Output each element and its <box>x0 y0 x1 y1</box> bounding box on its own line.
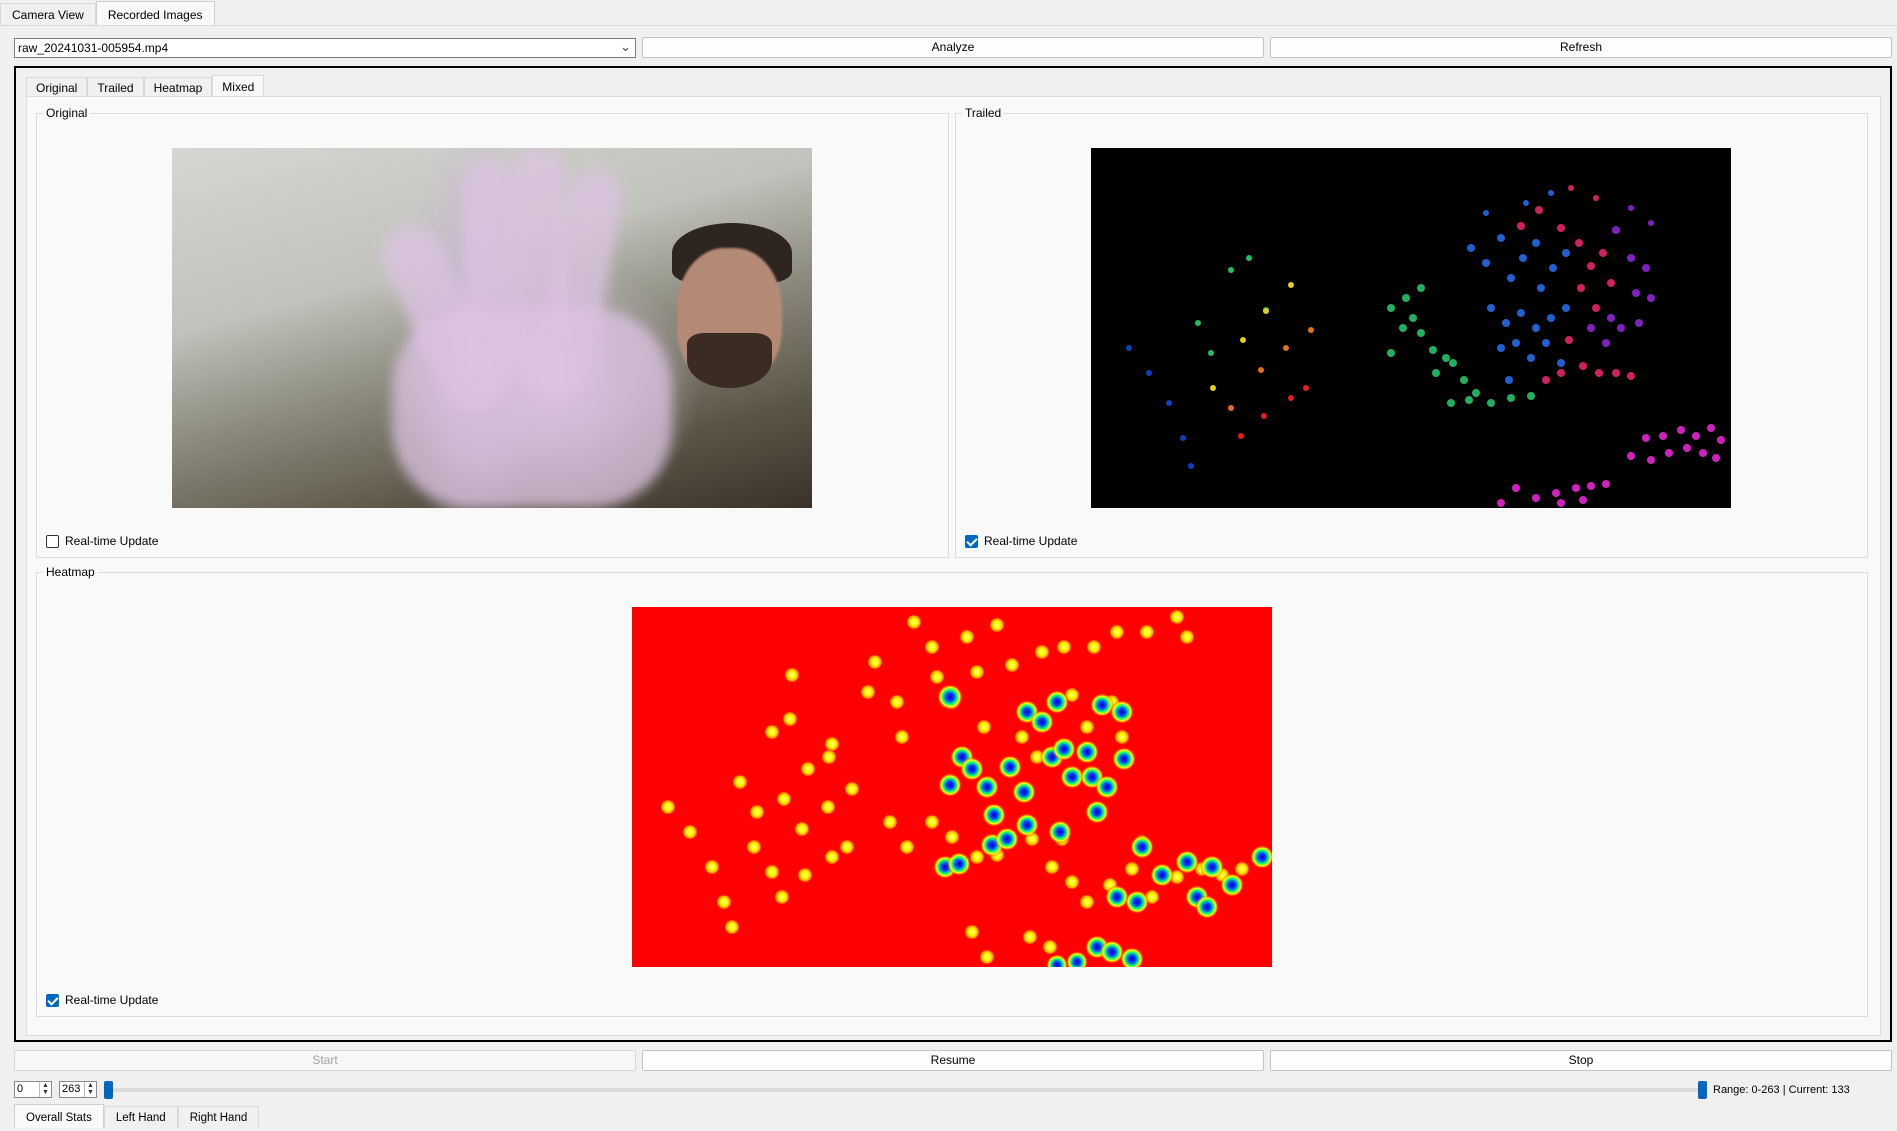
view-tab-bar: Original Trailed Heatmap Mixed <box>26 75 265 98</box>
tab-recorded-images[interactable]: Recorded Images <box>95 1 215 25</box>
checkbox-checked-icon <box>46 993 59 1007</box>
checkbox-unchecked-icon <box>46 534 59 548</box>
range-end-value: 263 <box>62 1083 81 1095</box>
spin-arrows-icon[interactable]: ▲ ▼ <box>84 1082 96 1097</box>
stats-tab-bar: Overall Stats Left Hand Right Hand <box>14 1104 260 1129</box>
range-end-spinbox[interactable]: 263 ▲ ▼ <box>59 1081 97 1098</box>
chevron-down-icon: ⌄ <box>620 39 631 54</box>
file-select-value: raw_20241031-005954.mp4 <box>18 41 169 55</box>
original-group-title: Original <box>43 106 91 120</box>
main-tab-bar: Camera View Recorded Images <box>0 1 215 26</box>
tab-heatmap[interactable]: Heatmap <box>143 77 213 97</box>
original-realtime-checkbox[interactable]: Real-time Update <box>46 534 158 548</box>
analyze-button[interactable]: Analyze <box>642 37 1264 58</box>
tab-right-hand[interactable]: Right Hand <box>177 1106 260 1128</box>
heatmap-realtime-checkbox[interactable]: Real-time Update <box>46 993 158 1007</box>
tab-mixed[interactable]: Mixed <box>212 75 265 97</box>
trailed-group-title: Trailed <box>962 106 1005 120</box>
beard-shape <box>687 333 772 388</box>
slider-start-handle[interactable] <box>104 1081 113 1099</box>
spin-arrows-icon[interactable]: ▲ ▼ <box>39 1082 51 1097</box>
trail-points-plot <box>1126 185 1725 507</box>
range-start-value: 0 <box>17 1083 24 1095</box>
tab-original[interactable]: Original <box>26 77 88 97</box>
checkbox-checked-icon <box>965 534 978 548</box>
trailed-realtime-checkbox[interactable]: Real-time Update <box>965 534 1077 548</box>
heatmap-image <box>632 607 1272 967</box>
trailed-image <box>1091 148 1731 508</box>
tab-left-hand[interactable]: Left Hand <box>103 1106 178 1128</box>
heatmap-realtime-label: Real-time Update <box>65 993 159 1007</box>
original-realtime-label: Real-time Update <box>65 534 159 548</box>
refresh-button[interactable]: Refresh <box>1270 37 1892 58</box>
tab-trailed[interactable]: Trailed <box>87 77 144 97</box>
original-image <box>172 148 812 508</box>
heatmap-plot <box>660 609 1272 967</box>
slider-end-handle[interactable] <box>1698 1081 1707 1099</box>
range-info-label: Range: 0-263 | Current: 133 <box>1713 1084 1850 1096</box>
stop-button[interactable]: Stop <box>1270 1050 1892 1071</box>
file-select[interactable]: raw_20241031-005954.mp4 ⌄ <box>14 38 636 58</box>
tab-overall-stats[interactable]: Overall Stats <box>14 1104 104 1128</box>
tab-camera-view[interactable]: Camera View <box>0 3 96 25</box>
heatmap-group-title: Heatmap <box>43 565 98 579</box>
palm-shape <box>392 308 672 508</box>
frame-range-slider[interactable] <box>106 1088 1706 1092</box>
trailed-realtime-label: Real-time Update <box>984 534 1078 548</box>
range-start-spinbox[interactable]: 0 ▲ ▼ <box>14 1081 52 1098</box>
start-button[interactable]: Start <box>14 1050 636 1071</box>
tab-divider <box>0 25 1897 26</box>
resume-button[interactable]: Resume <box>642 1050 1264 1071</box>
